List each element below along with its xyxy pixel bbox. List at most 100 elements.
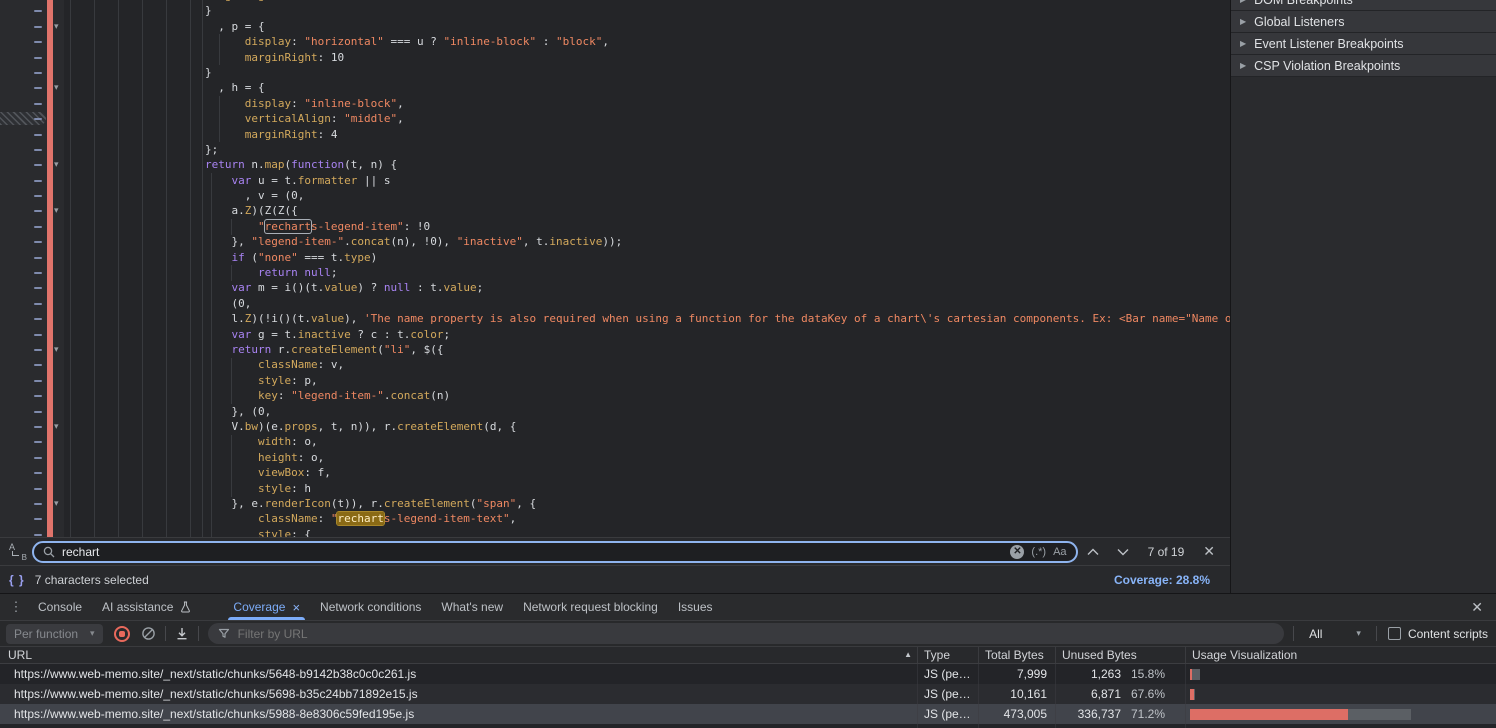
code-line[interactable]: (0, [205, 296, 1230, 311]
code-line[interactable]: key: "legend-item-".concat(n) [205, 388, 1230, 403]
export-coverage-button[interactable] [175, 627, 189, 640]
sidebar-section-event-listener-breakpoints[interactable]: ▶Event Listener Breakpoints [1231, 33, 1496, 55]
clear-search-icon[interactable]: ✕ [1010, 545, 1024, 559]
code-line[interactable]: a.Z)(Z(Z({ [205, 203, 1230, 218]
gutter-row[interactable] [0, 450, 64, 465]
fold-arrow-icon[interactable]: ▾ [54, 158, 59, 171]
search-input[interactable] [62, 545, 1003, 559]
code-line[interactable]: return n.map(function(t, n) { [205, 157, 1230, 172]
gutter-row[interactable] [0, 96, 64, 111]
code-area[interactable]: marginRight: 10} , p = { display: "horiz… [64, 0, 1230, 537]
code-line[interactable]: marginRight: 4 [205, 127, 1230, 142]
gutter-row[interactable] [0, 250, 64, 265]
column-header-usage-visualization[interactable]: Usage Visualization [1186, 647, 1496, 663]
table-row[interactable]: https://www.web-memo.site/_next/static/c… [0, 724, 1496, 728]
code-line[interactable]: var u = t.formatter || s [205, 173, 1230, 188]
gutter-row[interactable] [0, 173, 64, 188]
code-line[interactable]: viewBox: f, [205, 465, 1230, 480]
coverage-percent-link[interactable]: Coverage: 28.8% [1114, 573, 1210, 587]
code-line[interactable]: }, (0, [205, 404, 1230, 419]
table-row[interactable]: https://www.web-memo.site/_next/static/c… [0, 664, 1496, 684]
gutter-row[interactable]: ▾ [0, 19, 64, 34]
stop-recording-button[interactable] [114, 626, 130, 642]
gutter-row[interactable]: ▾ [0, 342, 64, 357]
code-line[interactable]: style: p, [205, 373, 1230, 388]
pretty-print-icon[interactable]: { } [9, 573, 25, 587]
code-line[interactable]: className: "recharts-legend-item-text", [205, 511, 1230, 526]
replace-toggle-icon[interactable]: A B [8, 543, 28, 561]
code-line[interactable]: display: "inline-block", [205, 96, 1230, 111]
gutter-row[interactable] [0, 265, 64, 280]
gutter-row[interactable] [0, 127, 64, 142]
type-filter-select[interactable]: All ▾ [1303, 627, 1367, 641]
column-header-unused-bytes[interactable]: Unused Bytes [1056, 647, 1186, 663]
gutter-row[interactable]: ▾ [0, 419, 64, 434]
code-line[interactable]: , v = (0, [205, 188, 1230, 203]
code-line[interactable]: }; [205, 142, 1230, 157]
tab-issues[interactable]: Issues [668, 594, 723, 620]
code-line[interactable]: }, e.renderIcon(t)), r.createElement("sp… [205, 496, 1230, 511]
code-line[interactable]: l.Z)(!i()(t.value), 'The name property i… [205, 311, 1230, 326]
column-header-total-bytes[interactable]: Total Bytes [979, 647, 1056, 663]
code-line[interactable]: }, "legend-item-".concat(n), !0), "inact… [205, 234, 1230, 249]
sidebar-section-global-listeners[interactable]: ▶Global Listeners [1231, 11, 1496, 33]
fold-arrow-icon[interactable]: ▾ [54, 81, 59, 94]
gutter-row[interactable] [0, 465, 64, 480]
code-line[interactable]: } [205, 3, 1230, 18]
code-line[interactable]: "recharts-legend-item": !0 [205, 219, 1230, 234]
previous-match-button[interactable] [1078, 548, 1108, 556]
gutter-row[interactable] [0, 296, 64, 311]
gutter-row[interactable] [0, 280, 64, 295]
gutter-row[interactable] [0, 404, 64, 419]
sidebar-section-csp-violation-breakpoints[interactable]: ▶CSP Violation Breakpoints [1231, 55, 1496, 77]
code-line[interactable]: , p = { [205, 19, 1230, 34]
tab-ai-assistance[interactable]: AI assistance [92, 594, 201, 620]
code-editor[interactable]: ▾▾▾▾▾▾▾ marginRight: 10} , p = { display… [0, 0, 1230, 537]
code-line[interactable]: width: o, [205, 434, 1230, 449]
gutter-row[interactable] [0, 34, 64, 49]
fold-arrow-icon[interactable]: ▾ [54, 343, 59, 356]
column-header-type[interactable]: Type [918, 647, 979, 663]
gutter-row[interactable] [0, 50, 64, 65]
sidebar-section-dom-breakpoints[interactable]: ▶DOM Breakpoints [1231, 0, 1496, 11]
close-tab-icon[interactable]: × [292, 600, 300, 615]
code-line[interactable]: marginRight: 10 [205, 50, 1230, 65]
code-line[interactable]: style: h [205, 481, 1230, 496]
url-filter-field[interactable] [208, 623, 1285, 644]
gutter-row[interactable] [0, 434, 64, 449]
gutter-row[interactable] [0, 142, 64, 157]
tab-network-conditions[interactable]: Network conditions [310, 594, 431, 620]
fold-arrow-icon[interactable]: ▾ [54, 20, 59, 33]
close-search-button[interactable]: ✕ [1194, 543, 1224, 560]
gutter-row[interactable] [0, 234, 64, 249]
code-line[interactable]: } [205, 65, 1230, 80]
gutter-row[interactable] [0, 188, 64, 203]
search-field[interactable]: ✕ (.*) Aa [32, 541, 1078, 563]
clear-coverage-button[interactable] [141, 626, 156, 641]
editor-gutter[interactable]: ▾▾▾▾▾▾▾ [0, 0, 64, 537]
tab-network-request-blocking[interactable]: Network request blocking [513, 594, 668, 620]
fold-arrow-icon[interactable]: ▾ [54, 420, 59, 433]
gutter-row[interactable] [0, 219, 64, 234]
gutter-row[interactable] [0, 527, 64, 537]
coverage-scope-select[interactable]: Per function ▾ [6, 624, 103, 644]
gutter-row[interactable] [0, 511, 64, 526]
filter-by-url-input[interactable] [238, 627, 1275, 641]
code-line[interactable]: height: o, [205, 450, 1230, 465]
table-row[interactable]: https://www.web-memo.site/_next/static/c… [0, 704, 1496, 724]
gutter-row[interactable]: ▾ [0, 80, 64, 95]
content-scripts-checkbox[interactable] [1388, 627, 1401, 640]
code-line[interactable]: display: "horizontal" === u ? "inline-bl… [205, 34, 1230, 49]
code-line[interactable]: style: { [205, 527, 1230, 537]
close-drawer-button[interactable]: ✕ [1462, 599, 1492, 616]
gutter-row[interactable] [0, 373, 64, 388]
tab-console[interactable]: Console [28, 594, 92, 620]
gutter-row[interactable] [0, 111, 64, 126]
more-tabs-menu-icon[interactable]: ⋮ [4, 599, 28, 615]
code-line[interactable]: var m = i()(t.value) ? null : t.value; [205, 280, 1230, 295]
code-line[interactable]: return null; [205, 265, 1230, 280]
column-header-url[interactable]: URL▲ [0, 647, 918, 663]
match-case-toggle[interactable]: Aa [1053, 546, 1066, 558]
code-line[interactable]: , h = { [205, 80, 1230, 95]
fold-arrow-icon[interactable]: ▾ [54, 204, 59, 217]
